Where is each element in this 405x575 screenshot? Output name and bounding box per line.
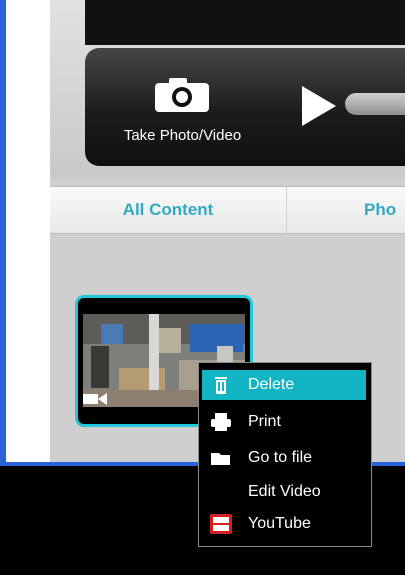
- menu-item-delete[interactable]: Delete: [202, 370, 366, 400]
- printer-icon: [211, 413, 231, 431]
- video-camera-icon: [83, 393, 107, 405]
- context-menu: Delete Print Go to file Edit Video YouTu…: [198, 362, 372, 547]
- capture-preview-strip: [85, 0, 405, 45]
- playback-slider[interactable]: [345, 93, 405, 115]
- play-icon[interactable]: [302, 86, 336, 126]
- menu-item-label: Delete: [248, 376, 295, 393]
- menu-item-print[interactable]: Print: [202, 407, 366, 437]
- window-left-border: [0, 0, 6, 466]
- tab-photos[interactable]: Pho: [287, 187, 405, 233]
- menu-item-go-to-file[interactable]: Go to file: [202, 443, 366, 473]
- menu-item-youtube[interactable]: YouTube: [202, 509, 366, 539]
- take-photo-video-button[interactable]: Take Photo/Video: [100, 70, 265, 156]
- menu-item-label: Edit Video: [248, 483, 321, 500]
- menu-item-edit-video[interactable]: Edit Video: [202, 477, 366, 507]
- trash-icon: [215, 377, 227, 394]
- tab-all-content[interactable]: All Content: [50, 187, 287, 233]
- content-tabs: All Content Pho: [50, 186, 405, 234]
- take-photo-video-label: Take Photo/Video: [123, 127, 242, 144]
- menu-item-label: YouTube: [248, 515, 311, 532]
- youtube-icon: [210, 514, 232, 534]
- camera-icon: [155, 78, 209, 112]
- menu-item-label: Print: [248, 413, 281, 430]
- folder-icon: [211, 453, 230, 465]
- menu-item-label: Go to file: [248, 449, 313, 466]
